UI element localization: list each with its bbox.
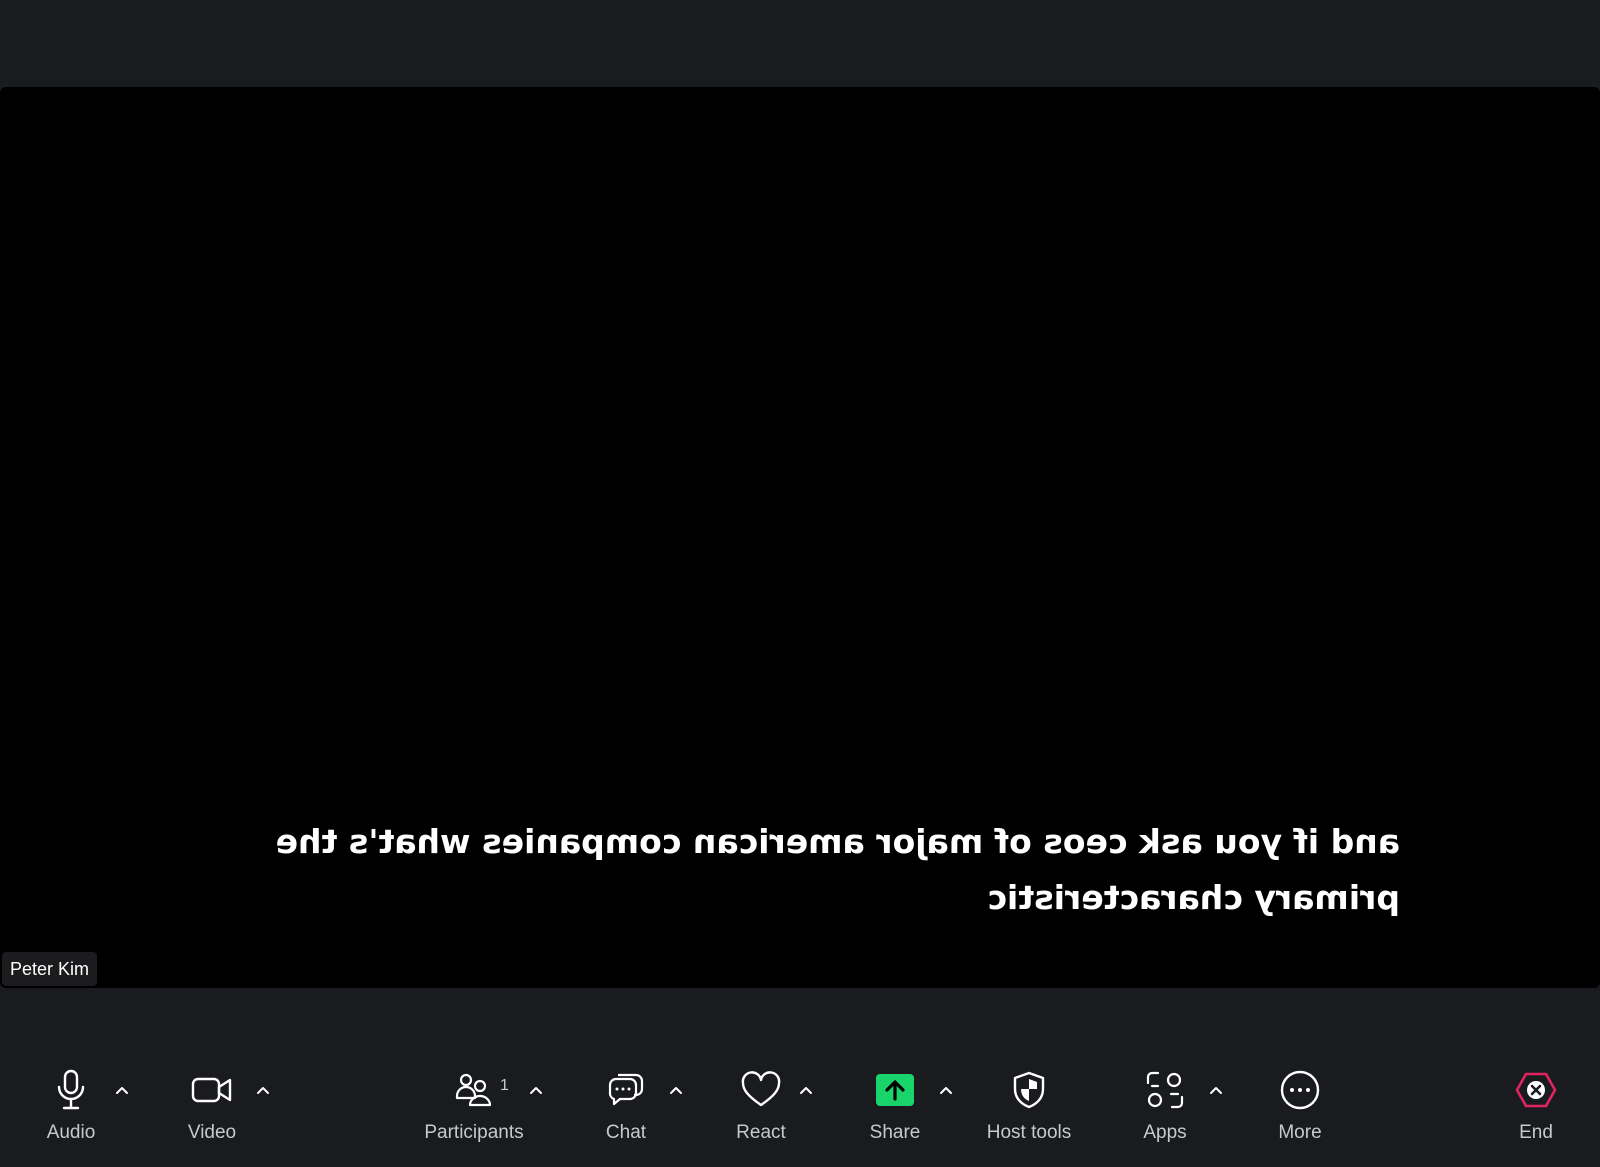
react-button[interactable]: React [701, 1060, 821, 1167]
react-options-caret[interactable] [795, 1080, 817, 1102]
chevron-up-icon [799, 1082, 813, 1100]
video-options-caret[interactable] [252, 1080, 274, 1102]
meeting-toolbar: Audio Video Participants 1 Chat React Sh… [0, 1060, 1600, 1167]
more-button[interactable]: More [1240, 1060, 1360, 1167]
end-button[interactable]: End [1476, 1060, 1596, 1167]
apps-options-caret[interactable] [1205, 1080, 1227, 1102]
share-options-caret[interactable] [935, 1080, 957, 1102]
more-label: More [1278, 1122, 1322, 1143]
audio-label: Audio [46, 1122, 96, 1143]
apps-button[interactable]: Apps [1105, 1060, 1225, 1167]
chevron-up-icon [939, 1082, 953, 1100]
chat-label: Chat [605, 1122, 647, 1143]
audio-options-caret[interactable] [111, 1080, 133, 1102]
meeting-window: and if you ask ceos of major american co… [0, 0, 1600, 1167]
participants-options-caret[interactable] [525, 1080, 547, 1102]
host-tools-button[interactable]: Host tools [969, 1060, 1089, 1167]
host-tools-label: Host tools [986, 1122, 1072, 1143]
heart-icon [737, 1066, 785, 1114]
chevron-up-icon [529, 1082, 543, 1100]
caption-line-2: primary characteristic [987, 878, 1400, 917]
chevron-up-icon [669, 1082, 683, 1100]
chevron-up-icon [1209, 1082, 1223, 1100]
chat-icon [602, 1066, 650, 1114]
share-label: Share [869, 1122, 921, 1143]
microphone-icon [47, 1066, 95, 1114]
audio-button[interactable]: Audio [11, 1060, 131, 1167]
shield-icon [1005, 1066, 1053, 1114]
share-button[interactable]: Share [835, 1060, 955, 1167]
participants-label: Participants [424, 1122, 524, 1143]
end-icon [1512, 1066, 1560, 1114]
end-label: End [1519, 1122, 1553, 1143]
share-screen-icon [871, 1066, 919, 1114]
participants-count: 1 [500, 1077, 509, 1094]
participant-name-tag: Peter Kim [2, 952, 98, 986]
participants-button[interactable]: Participants [414, 1060, 534, 1167]
video-button[interactable]: Video [152, 1060, 272, 1167]
more-icon [1276, 1066, 1324, 1114]
video-label: Video [187, 1122, 237, 1143]
apps-icon [1141, 1066, 1189, 1114]
top-bar [0, 0, 1600, 87]
apps-label: Apps [1143, 1122, 1187, 1143]
participants-icon [450, 1066, 498, 1114]
live-caption: and if you ask ceos of major american co… [230, 814, 1400, 926]
video-camera-icon [188, 1066, 236, 1114]
react-label: React [736, 1122, 786, 1143]
chevron-up-icon [115, 1082, 129, 1100]
chevron-up-icon [256, 1082, 270, 1100]
caption-line-1: and if you ask ceos of major american co… [275, 822, 1400, 861]
chat-button[interactable]: Chat [566, 1060, 686, 1167]
chat-options-caret[interactable] [665, 1080, 687, 1102]
